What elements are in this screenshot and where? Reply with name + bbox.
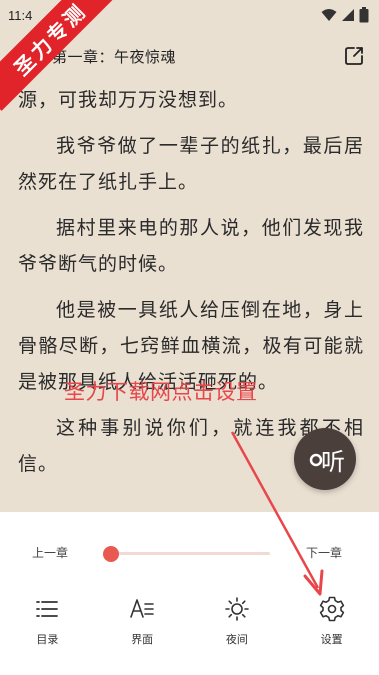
bottom-nav: 目录 界面 夜间 设置 xyxy=(0,596,379,656)
nav-item-night[interactable]: 夜间 xyxy=(190,596,285,656)
nav-label-night: 夜间 xyxy=(225,633,248,646)
nav-item-interface[interactable]: 界面 xyxy=(95,596,190,656)
progress-track[interactable] xyxy=(110,552,270,555)
chapter-progress: 上一章 下一章 xyxy=(0,540,379,568)
reading-area[interactable]: 11:4 第一章：午夜惊魂 源，可我却万万没想到。 我爷爷做了一辈子的纸扎，最后… xyxy=(0,0,379,512)
listen-label: 听 xyxy=(321,447,345,476)
nav-label-catalog: 目录 xyxy=(36,633,59,646)
chapter-title: 第一章：午夜惊魂 xyxy=(52,47,177,66)
paragraph: 据村里来电的那人说，他们发现我爷爷断气的时候。 xyxy=(18,217,364,275)
share-icon[interactable] xyxy=(343,45,365,67)
paragraph: 我爷爷做了一辈子的纸扎，最后居然死在了纸扎手上。 xyxy=(18,135,364,193)
signal-icon xyxy=(342,9,354,21)
annotation-text: 圣力下载网点击设置 xyxy=(64,380,258,404)
nav-label-settings: 设置 xyxy=(320,633,343,646)
gear-icon xyxy=(319,596,344,622)
wifi-icon xyxy=(321,9,337,21)
nav-item-catalog[interactable]: 目录 xyxy=(0,596,95,656)
paragraph: 源，可我却万万没想到。 xyxy=(18,89,239,111)
list-icon xyxy=(36,601,59,617)
nav-label-interface: 界面 xyxy=(131,633,154,646)
listen-button[interactable]: 听 xyxy=(294,428,356,490)
battery-icon xyxy=(359,7,369,23)
sun-icon xyxy=(225,597,249,621)
status-time: 11:4 xyxy=(8,7,33,23)
nav-item-settings[interactable]: 设置 xyxy=(284,596,379,656)
status-icons xyxy=(321,7,369,23)
text-format-icon xyxy=(130,599,154,618)
bottom-panel: 上一章 下一章 目录 界面 夜间 设置 xyxy=(0,512,379,675)
prev-chapter-button[interactable]: 上一章 xyxy=(32,544,68,561)
next-chapter-button[interactable]: 下一章 xyxy=(306,544,342,561)
progress-thumb[interactable] xyxy=(103,546,119,562)
